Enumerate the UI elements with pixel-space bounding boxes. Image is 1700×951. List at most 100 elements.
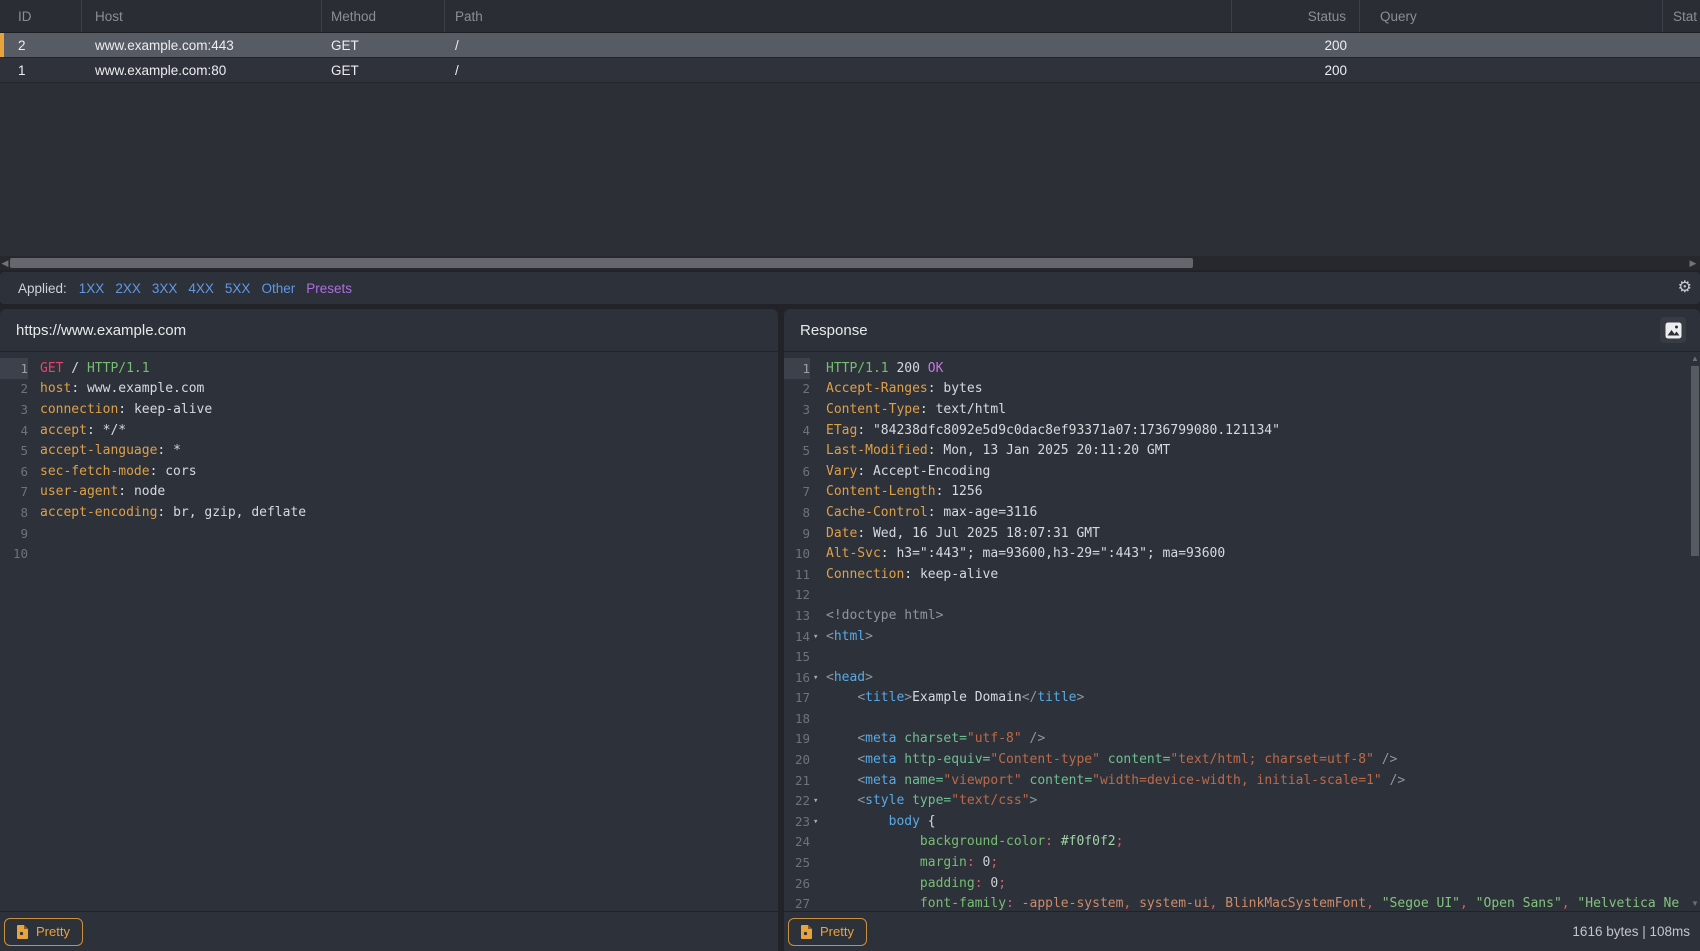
file-icon <box>801 925 812 939</box>
code-line: 10 <box>0 543 778 564</box>
code-line: 5Last-Modified: Mon, 13 Jan 2025 20:11:2… <box>784 440 1700 461</box>
code-line: 7user-agent: node <box>0 482 778 503</box>
response-editor[interactable]: 1HTTP/1.1 200 OK2Accept-Ranges: bytes3Co… <box>784 352 1700 911</box>
table-header: IDHostMethodPathStatusQueryStat <box>0 0 1700 33</box>
code-line: 20 <meta http-equiv="Content-type" conte… <box>784 749 1700 770</box>
line-number: 15 <box>784 646 810 667</box>
response-vertical-scrollbar[interactable]: ▲ ▼ <box>1690 352 1700 911</box>
line-number: 13 <box>784 605 810 626</box>
line-number: 6 <box>0 461 28 482</box>
column-header-status[interactable]: Status <box>1232 0 1360 32</box>
line-number: 26 <box>784 873 810 894</box>
filter-link-2xx[interactable]: 2XX <box>115 281 141 296</box>
line-number: 10 <box>0 543 28 564</box>
cell-id: 2 <box>0 33 82 57</box>
line-number: 8 <box>0 502 28 523</box>
code-line: 9Date: Wed, 16 Jul 2025 18:07:31 GMT <box>784 523 1700 544</box>
filter-link-4xx[interactable]: 4XX <box>188 281 214 296</box>
cell-host: www.example.com:80 <box>82 58 322 82</box>
code-text: <meta http-equiv="Content-type" content=… <box>810 752 1397 767</box>
line-number: 16 <box>784 667 810 688</box>
image-preview-button[interactable] <box>1660 317 1686 343</box>
request-pretty-button[interactable]: Pretty <box>4 918 83 946</box>
cell-method: GET <box>322 33 445 57</box>
line-number: 11 <box>784 564 810 585</box>
line-number: 23 <box>784 811 810 832</box>
line-number: 2 <box>784 379 810 400</box>
line-number: 4 <box>784 420 810 441</box>
fold-toggle-icon[interactable]: ▾ <box>813 674 818 683</box>
scroll-down-arrow-icon[interactable]: ▼ <box>1690 897 1700 909</box>
column-header-method[interactable]: Method <box>322 0 445 32</box>
code-line: 18 <box>784 708 1700 729</box>
code-line: 17 <title>Example Domain</title> <box>784 688 1700 709</box>
code-text: Cache-Control: max-age=3116 <box>810 505 1037 520</box>
cell-path: / <box>445 58 1232 82</box>
code-line: 26 padding: 0; <box>784 873 1700 894</box>
code-line: 14▾<html> <box>784 626 1700 647</box>
cell-method: GET <box>322 58 445 82</box>
request-editor[interactable]: 1GET / HTTP/1.12host: www.example.com3co… <box>0 352 778 911</box>
cell-path: / <box>445 33 1232 57</box>
code-line: 27 font-family: -apple-system, system-ui… <box>784 893 1700 911</box>
code-line: 2Accept-Ranges: bytes <box>784 379 1700 400</box>
column-header-host[interactable]: Host <box>82 0 322 32</box>
code-line: 6sec-fetch-mode: cors <box>0 461 778 482</box>
table-row[interactable]: 2www.example.com:443GET/200 <box>0 33 1700 58</box>
scroll-right-arrow-icon[interactable]: ▶ <box>1688 257 1698 269</box>
code-text: <html> <box>810 629 873 644</box>
vertical-scrollbar-thumb[interactable] <box>1691 366 1699 556</box>
code-text: sec-fetch-mode: cors <box>28 464 197 479</box>
code-line: 25 margin: 0; <box>784 852 1700 873</box>
code-line: 12 <box>784 585 1700 606</box>
line-number: 7 <box>0 482 28 503</box>
line-number: 17 <box>784 688 810 709</box>
filter-link-other[interactable]: Other <box>261 281 295 296</box>
column-header-path[interactable]: Path <box>445 0 1232 32</box>
line-number: 21 <box>784 770 810 791</box>
line-number: 1 <box>0 358 28 379</box>
table-body: 2www.example.com:443GET/2001www.example.… <box>0 33 1700 83</box>
presets-link[interactable]: Presets <box>306 281 352 296</box>
horizontal-scrollbar-thumb[interactable] <box>10 258 1193 268</box>
code-text: Alt-Svc: h3=":443"; ma=93600,h3-29=":443… <box>810 546 1225 561</box>
scroll-up-arrow-icon[interactable]: ▲ <box>1690 352 1700 364</box>
fold-toggle-icon[interactable]: ▾ <box>813 797 818 806</box>
code-text: Vary: Accept-Encoding <box>810 464 990 479</box>
column-header-query[interactable]: Query <box>1360 0 1663 32</box>
status-filters: 1XX 2XX 3XX 4XX 5XX Other <box>79 281 306 296</box>
code-text: Connection: keep-alive <box>810 567 998 582</box>
code-text: <style type="text/css"> <box>810 793 1037 808</box>
code-line: 15 <box>784 646 1700 667</box>
column-header-id[interactable]: ID <box>0 0 82 32</box>
cell-status2 <box>1663 33 1700 57</box>
column-header-status2[interactable]: Stat <box>1663 0 1700 32</box>
line-number: 3 <box>0 399 28 420</box>
response-panel-header: Response <box>784 309 1700 352</box>
filter-link-3xx[interactable]: 3XX <box>152 281 178 296</box>
line-number: 27 <box>784 893 810 911</box>
code-text: Content-Type: text/html <box>810 402 1006 417</box>
code-line: 19 <meta charset="utf-8" /> <box>784 729 1700 750</box>
code-text: Accept-Ranges: bytes <box>810 381 983 396</box>
scroll-left-arrow-icon[interactable]: ◀ <box>0 257 10 269</box>
response-stats: 1616 bytes | 108ms <box>1572 924 1700 939</box>
settings-gear-icon[interactable]: ⚙ <box>1678 280 1692 296</box>
fold-toggle-icon[interactable]: ▾ <box>813 818 818 827</box>
cell-host: www.example.com:443 <box>82 33 322 57</box>
response-title: Response <box>800 322 868 339</box>
code-text: padding: 0; <box>810 876 1006 891</box>
horizontal-scrollbar[interactable]: ◀ ▶ <box>0 256 1700 270</box>
filter-link-5xx[interactable]: 5XX <box>225 281 251 296</box>
code-line: 4ETag: "84238dfc8092e5d9c0dac8ef93371a07… <box>784 420 1700 441</box>
cell-status: 200 <box>1232 58 1360 82</box>
code-text: accept: */* <box>28 423 126 438</box>
code-text: <head> <box>810 670 873 685</box>
table-row[interactable]: 1www.example.com:80GET/200 <box>0 58 1700 83</box>
response-pretty-button[interactable]: Pretty <box>788 918 867 946</box>
code-line: 10Alt-Svc: h3=":443"; ma=93600,h3-29=":4… <box>784 543 1700 564</box>
filter-link-1xx[interactable]: 1XX <box>79 281 105 296</box>
fold-toggle-icon[interactable]: ▾ <box>813 633 818 642</box>
file-icon <box>17 925 28 939</box>
line-number: 3 <box>784 399 810 420</box>
